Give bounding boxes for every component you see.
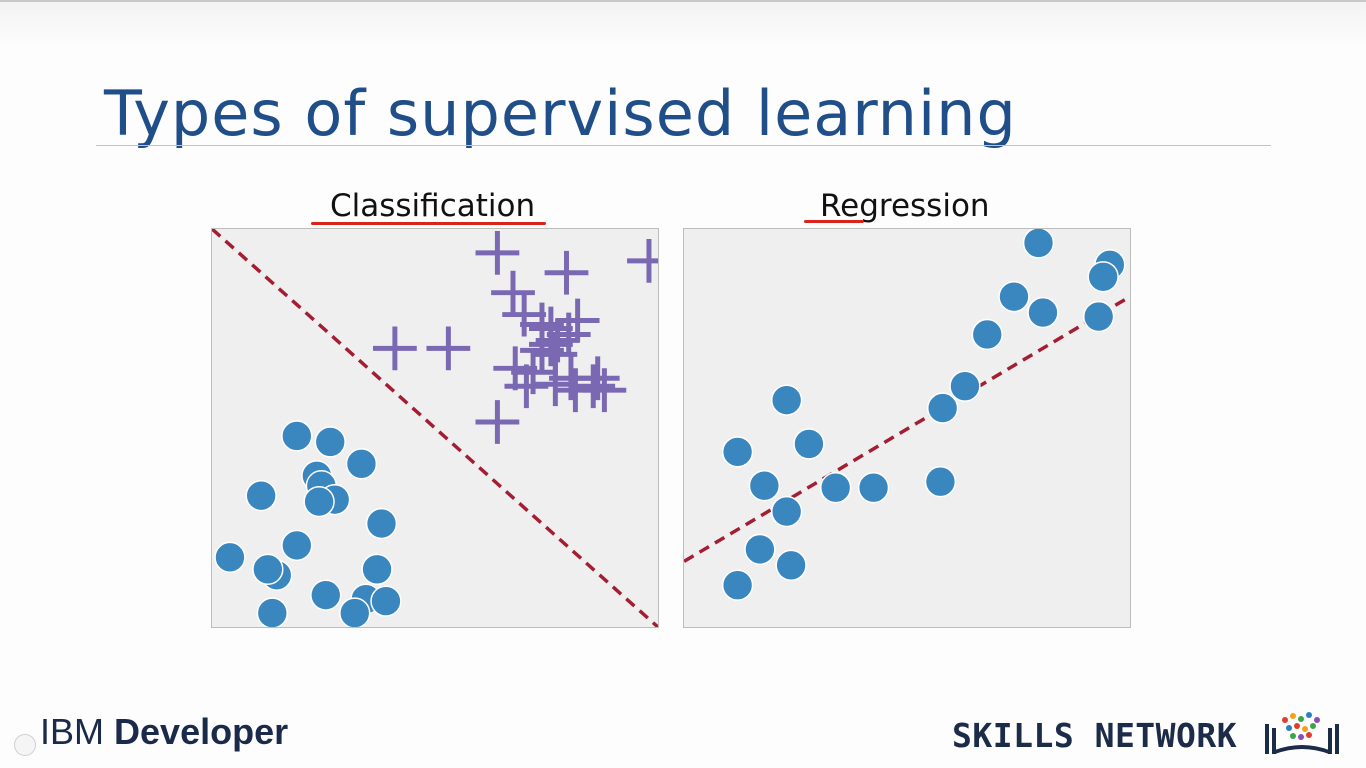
classification-cross-point (426, 326, 471, 371)
classification-circle-point (314, 426, 346, 458)
regression-circle-point (971, 318, 1003, 351)
regression-circle-point (770, 495, 803, 528)
classification-chart-title: Classification (330, 188, 536, 224)
classification-circle-point (365, 507, 398, 540)
regression-circle-point (926, 392, 959, 424)
classification-underline (311, 222, 546, 225)
classification-circle-point (245, 479, 277, 512)
classification-circle-point (281, 420, 313, 452)
regression-circle-point (721, 569, 754, 601)
regression-plot-svg (684, 229, 1130, 601)
regression-circle-point (857, 472, 890, 504)
regression-circle-point (721, 436, 754, 468)
regression-circle-point (1022, 229, 1055, 259)
top-shade (0, 2, 1366, 48)
classification-circle-point (361, 553, 393, 585)
regression-circle-point (820, 472, 852, 504)
regression-regression-line (684, 295, 1130, 563)
classification-cross-point (575, 356, 620, 401)
regression-underline (804, 220, 864, 223)
corner-badge (14, 734, 36, 756)
regression-circle-point (1083, 300, 1115, 333)
classification-cross-point (475, 230, 520, 275)
classification-circle-point (252, 553, 284, 585)
slide-title: Types of supervised learning (104, 77, 1017, 150)
classification-cross-point (475, 400, 520, 444)
classification-circle-point (310, 579, 342, 611)
classification-cross-point (627, 238, 658, 283)
regression-circle-point (1087, 261, 1119, 293)
skills-network-books-icon (1265, 712, 1339, 754)
ibm-logo-suffix: Developer (114, 711, 289, 752)
regression-circle-point (770, 384, 803, 416)
classification-cross-point (372, 326, 417, 371)
classification-plot (211, 228, 659, 628)
classification-cross-point (493, 346, 538, 391)
classification-circle-point (214, 541, 246, 574)
classification-circle-point (303, 485, 335, 518)
title-rule (96, 145, 1271, 146)
regression-circle-point (1027, 296, 1059, 329)
classification-cross-point (582, 368, 627, 413)
classification-plot-svg (212, 229, 658, 627)
regression-circle-point (748, 470, 781, 502)
classification-circle-point (339, 597, 371, 627)
regression-chart-title: Regression (820, 188, 990, 224)
classification-cross-point (571, 364, 616, 409)
regression-circle-point (793, 428, 825, 460)
regression-circle-point (775, 549, 807, 581)
classification-circle-point (370, 585, 402, 617)
regression-plot (683, 228, 1131, 628)
classification-cross-point (544, 250, 589, 295)
regression-circle-point (949, 370, 981, 402)
regression-circle-point (744, 533, 776, 566)
ibm-developer-logo: IBM Developer (40, 710, 288, 754)
classification-circle-point (281, 529, 313, 562)
ibm-logo-prefix: IBM (40, 711, 105, 752)
classification-cross-point (491, 270, 535, 315)
classification-circle-point (345, 448, 378, 480)
regression-circle-point (924, 466, 957, 498)
regression-circle-point (998, 280, 1030, 313)
classification-circle-point (256, 597, 288, 627)
skills-network-logo: SKILLS NETWORK (952, 716, 1238, 755)
